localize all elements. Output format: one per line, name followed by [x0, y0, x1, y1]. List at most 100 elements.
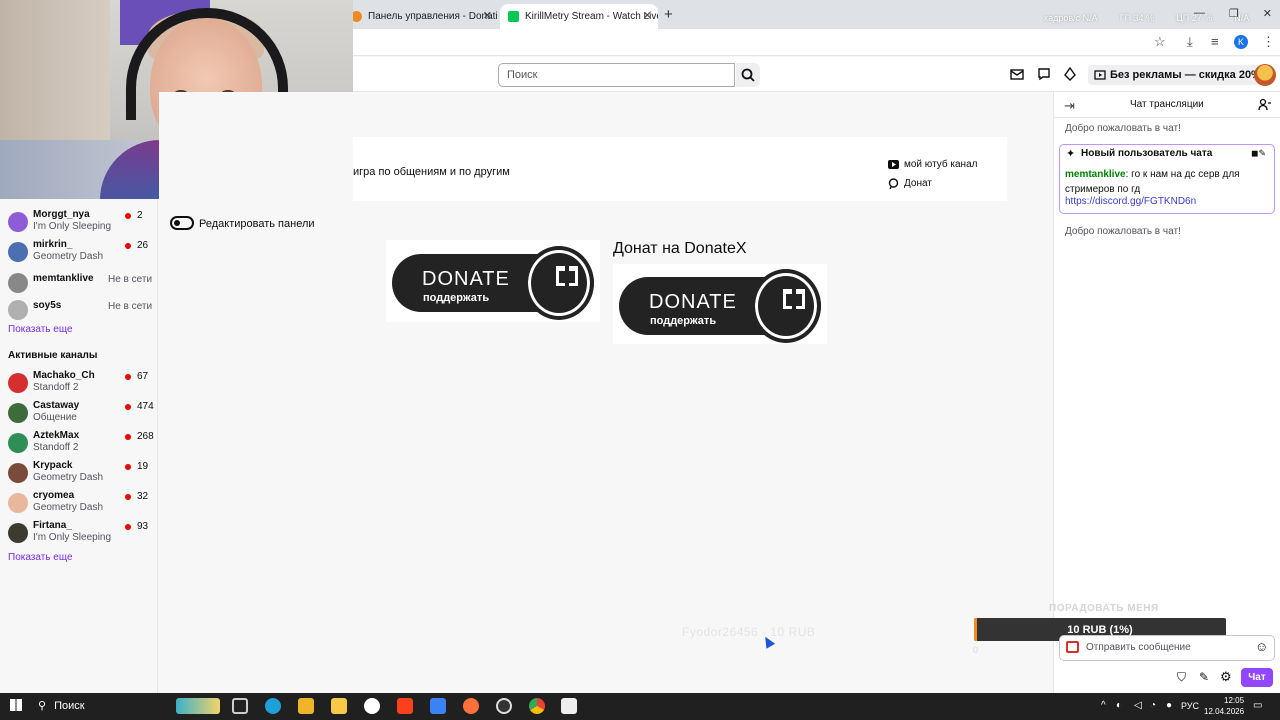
donate-banner-subtitle: поддержать — [423, 292, 490, 304]
donate-banner-subtitle: поддержать — [650, 315, 717, 327]
new-chatter-actions-icon[interactable]: ◼✎ — [1251, 148, 1266, 159]
gift-icon — [783, 289, 805, 309]
search-input[interactable]: Поиск — [498, 63, 735, 87]
followed-channel[interactable]: Morggt_nya I'm Only Sleeping 2 — [8, 209, 156, 237]
volume-icon[interactable]: ◁ — [1134, 700, 1142, 711]
collapse-chat-icon[interactable]: ⇥ — [1064, 98, 1075, 114]
edit-panels-toggle[interactable] — [170, 216, 194, 230]
discord-link[interactable]: https://discord.gg/FGTKND6n — [1065, 196, 1196, 207]
live-dot-icon — [125, 433, 131, 440]
widget-weather-icon[interactable] — [176, 698, 220, 714]
mail-app-icon[interactable] — [430, 698, 446, 714]
tab-title: Панель управления - Donation — [368, 11, 498, 22]
chat-welcome-message: Добро пожаловать в чат! — [1065, 226, 1181, 237]
restore-icon[interactable]: ❐ — [1229, 7, 1239, 20]
active-channel[interactable]: AztekMax Standoff 2 268 — [8, 430, 156, 458]
user-avatar[interactable] — [1254, 64, 1276, 86]
download-icon[interactable]: ⤓ — [1187, 34, 1193, 50]
microphone-icon[interactable]: ● — [1166, 700, 1172, 711]
channel-name: mirkrin_ — [33, 239, 73, 250]
new-tab-button[interactable]: + — [664, 6, 673, 23]
gpu-stat: ГП 34 % — [1119, 13, 1155, 23]
avatar — [8, 212, 28, 232]
tray-expand-icon[interactable]: ^ — [1101, 700, 1106, 711]
close-window-icon[interactable]: ✕ — [1263, 7, 1272, 20]
tab-donation-panel[interactable]: Панель управления - Donation ✕ — [343, 4, 498, 29]
active-channel[interactable]: Krypack Geometry Dash 19 — [8, 460, 156, 488]
active-channel[interactable]: cryomea Geometry Dash 32 — [8, 490, 156, 518]
mail-icon[interactable] — [1010, 67, 1024, 81]
donation-alert-overlay: Fyodor26456 - 10 RUB — [682, 625, 816, 639]
donate-link-label: Донат — [904, 178, 932, 189]
windows-start-icon[interactable] — [10, 699, 22, 711]
chat-username[interactable]: memtanklive — [1065, 169, 1126, 180]
minimize-icon[interactable]: — — [1194, 7, 1205, 20]
active-channels-heading: Активные каналы — [8, 350, 98, 361]
search-icon: ⚲ — [38, 700, 47, 712]
input-language[interactable]: РУС — [1181, 701, 1199, 711]
avatar — [8, 373, 28, 393]
donation-goal-min: 0 — [973, 645, 979, 655]
yandex-browser-icon[interactable] — [364, 698, 380, 714]
active-channel[interactable]: Castaway Общение 474 — [8, 400, 156, 428]
viewer-count: 26 — [125, 240, 148, 251]
emote-picker-icon[interactable]: ☺ — [1255, 639, 1268, 654]
offline-status: Не в сети — [108, 274, 153, 285]
pen-icon[interactable]: ✎ — [1199, 670, 1209, 684]
channel-name: Machako_Ch — [33, 370, 95, 381]
ad-free-promo-button[interactable]: Без рекламы — скидка 20% — [1088, 65, 1267, 85]
active-channel[interactable]: Firtana_ I'm Only Sleeping 93 — [8, 520, 156, 548]
explorer-icon[interactable] — [331, 698, 347, 714]
chat-send-button[interactable]: Чат — [1241, 668, 1273, 687]
wifi-icon[interactable]: ◔ — [1150, 700, 1156, 711]
viewer-count: 19 — [125, 461, 148, 472]
channel-name: AztekMax — [33, 430, 80, 441]
close-tab-icon[interactable]: ✕ — [483, 9, 492, 22]
users-in-chat-icon[interactable] — [1258, 98, 1271, 111]
bits-icon[interactable] — [1063, 67, 1077, 81]
donate-link[interactable]: Донат — [888, 178, 932, 189]
youtube-link[interactable]: мой ютуб канал — [888, 159, 977, 170]
firefox-icon[interactable] — [463, 698, 479, 714]
show-more-followed-link[interactable]: Показать еще — [8, 324, 73, 335]
tab-kirillmetry-stream[interactable]: KirillMetry Stream - Watch Live ✕ — [500, 4, 658, 29]
twitch-favicon-icon — [508, 11, 519, 22]
channel-name: soy5s — [33, 300, 62, 311]
clock[interactable]: 12:05 12.04.2026 — [1204, 695, 1244, 717]
avatar — [8, 300, 28, 320]
chat-badge-icon — [1066, 641, 1079, 653]
donate-banner-button[interactable]: DONATE поддержать — [392, 246, 594, 320]
profile-avatar[interactable]: K — [1234, 35, 1248, 49]
taskbar-search[interactable]: ⚲ Поиск — [38, 699, 85, 713]
close-tab-icon[interactable]: ✕ — [643, 9, 652, 22]
donatex-banner-button[interactable]: DONATE поддержать — [619, 269, 821, 343]
followed-channel[interactable]: memtanklive Не в сети — [8, 270, 156, 298]
fps-stat: кадров/с N/A — [1044, 13, 1098, 23]
channel-game: I'm Only Sleeping — [33, 532, 112, 543]
shield-mode-icon[interactable]: ⛉ — [1177, 670, 1186, 685]
obs-icon[interactable] — [496, 698, 512, 714]
bookmark-star-icon[interactable]: ☆ — [1154, 34, 1166, 50]
chat-settings-gear-icon[interactable]: ⚙ — [1220, 669, 1232, 685]
task-view-icon[interactable] — [232, 698, 248, 714]
whispers-icon[interactable] — [1037, 67, 1051, 81]
edge-icon[interactable] — [265, 698, 281, 714]
network-icon[interactable]: ◐ — [1116, 700, 1122, 711]
live-dot-icon — [125, 242, 131, 249]
chrome-icon[interactable] — [529, 698, 545, 714]
notifications-icon[interactable]: ▭ — [1253, 700, 1262, 711]
store-icon[interactable] — [298, 698, 314, 714]
edit-panels-label: Редактировать панели — [199, 218, 315, 230]
menu-kebab-icon[interactable]: ⋮ — [1262, 34, 1275, 50]
tab-title: KirillMetry Stream - Watch Live — [525, 11, 658, 22]
followed-channel[interactable]: mirkrin_ Geometry Dash 26 — [8, 239, 156, 267]
reading-list-icon[interactable]: ≡ — [1211, 34, 1219, 49]
active-channel[interactable]: Machako_Ch Standoff 2 67 — [8, 370, 156, 398]
followed-channel[interactable]: soy5s Не в сети — [8, 297, 156, 325]
about-description: игра по общениям и по другим — [353, 166, 510, 178]
search-button[interactable] — [736, 63, 760, 87]
clock-date: 12.04.2026 — [1204, 707, 1245, 716]
yandex-icon[interactable] — [397, 698, 413, 714]
app-icon[interactable] — [561, 698, 577, 714]
show-more-active-link[interactable]: Показать еще — [8, 552, 73, 563]
